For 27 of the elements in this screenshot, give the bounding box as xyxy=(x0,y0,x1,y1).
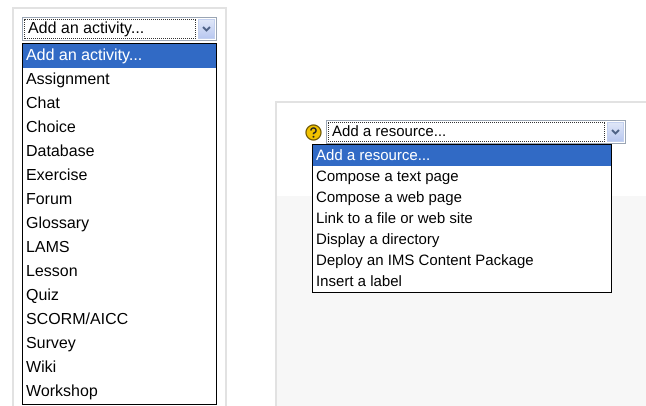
dropdown-option[interactable]: Insert a label xyxy=(313,271,611,292)
activity-select[interactable]: Add an activity... xyxy=(22,17,217,41)
dropdown-option[interactable]: Lesson xyxy=(23,260,216,284)
dropdown-option[interactable]: Wiki xyxy=(23,356,216,380)
dropdown-option[interactable]: Exercise xyxy=(23,164,216,188)
dropdown-option[interactable]: LAMS xyxy=(23,236,216,260)
dropdown-option[interactable]: Quiz xyxy=(23,284,216,308)
dropdown-option[interactable]: Compose a text page xyxy=(313,166,611,187)
dropdown-option[interactable]: Add an activity... xyxy=(23,44,216,68)
dropdown-option[interactable]: Deploy an IMS Content Package xyxy=(313,250,611,271)
dropdown-option[interactable]: SCORM/AICC xyxy=(23,308,216,332)
dropdown-option[interactable]: Workshop xyxy=(23,380,216,404)
dropdown-option[interactable]: Link to a file or web site xyxy=(313,208,611,229)
dropdown-option[interactable]: Forum xyxy=(23,188,216,212)
resource-select[interactable]: Add a resource... xyxy=(326,120,626,144)
chevron-down-icon xyxy=(611,129,620,135)
dropdown-option[interactable]: Add a resource... xyxy=(313,145,611,166)
dropdown-option[interactable]: Survey xyxy=(23,332,216,356)
dropdown-option[interactable]: Database xyxy=(23,140,216,164)
dropdown-option[interactable]: Glossary xyxy=(23,212,216,236)
dropdown-option[interactable]: Display a directory xyxy=(313,229,611,250)
dropdown-option[interactable]: Compose a web page xyxy=(313,187,611,208)
chevron-down-icon xyxy=(202,26,211,32)
dropdown-option[interactable]: Choice xyxy=(23,116,216,140)
dropdown-option[interactable]: Assignment xyxy=(23,68,216,92)
help-icon[interactable] xyxy=(305,124,322,141)
dropdown-option[interactable]: Chat xyxy=(23,92,216,116)
